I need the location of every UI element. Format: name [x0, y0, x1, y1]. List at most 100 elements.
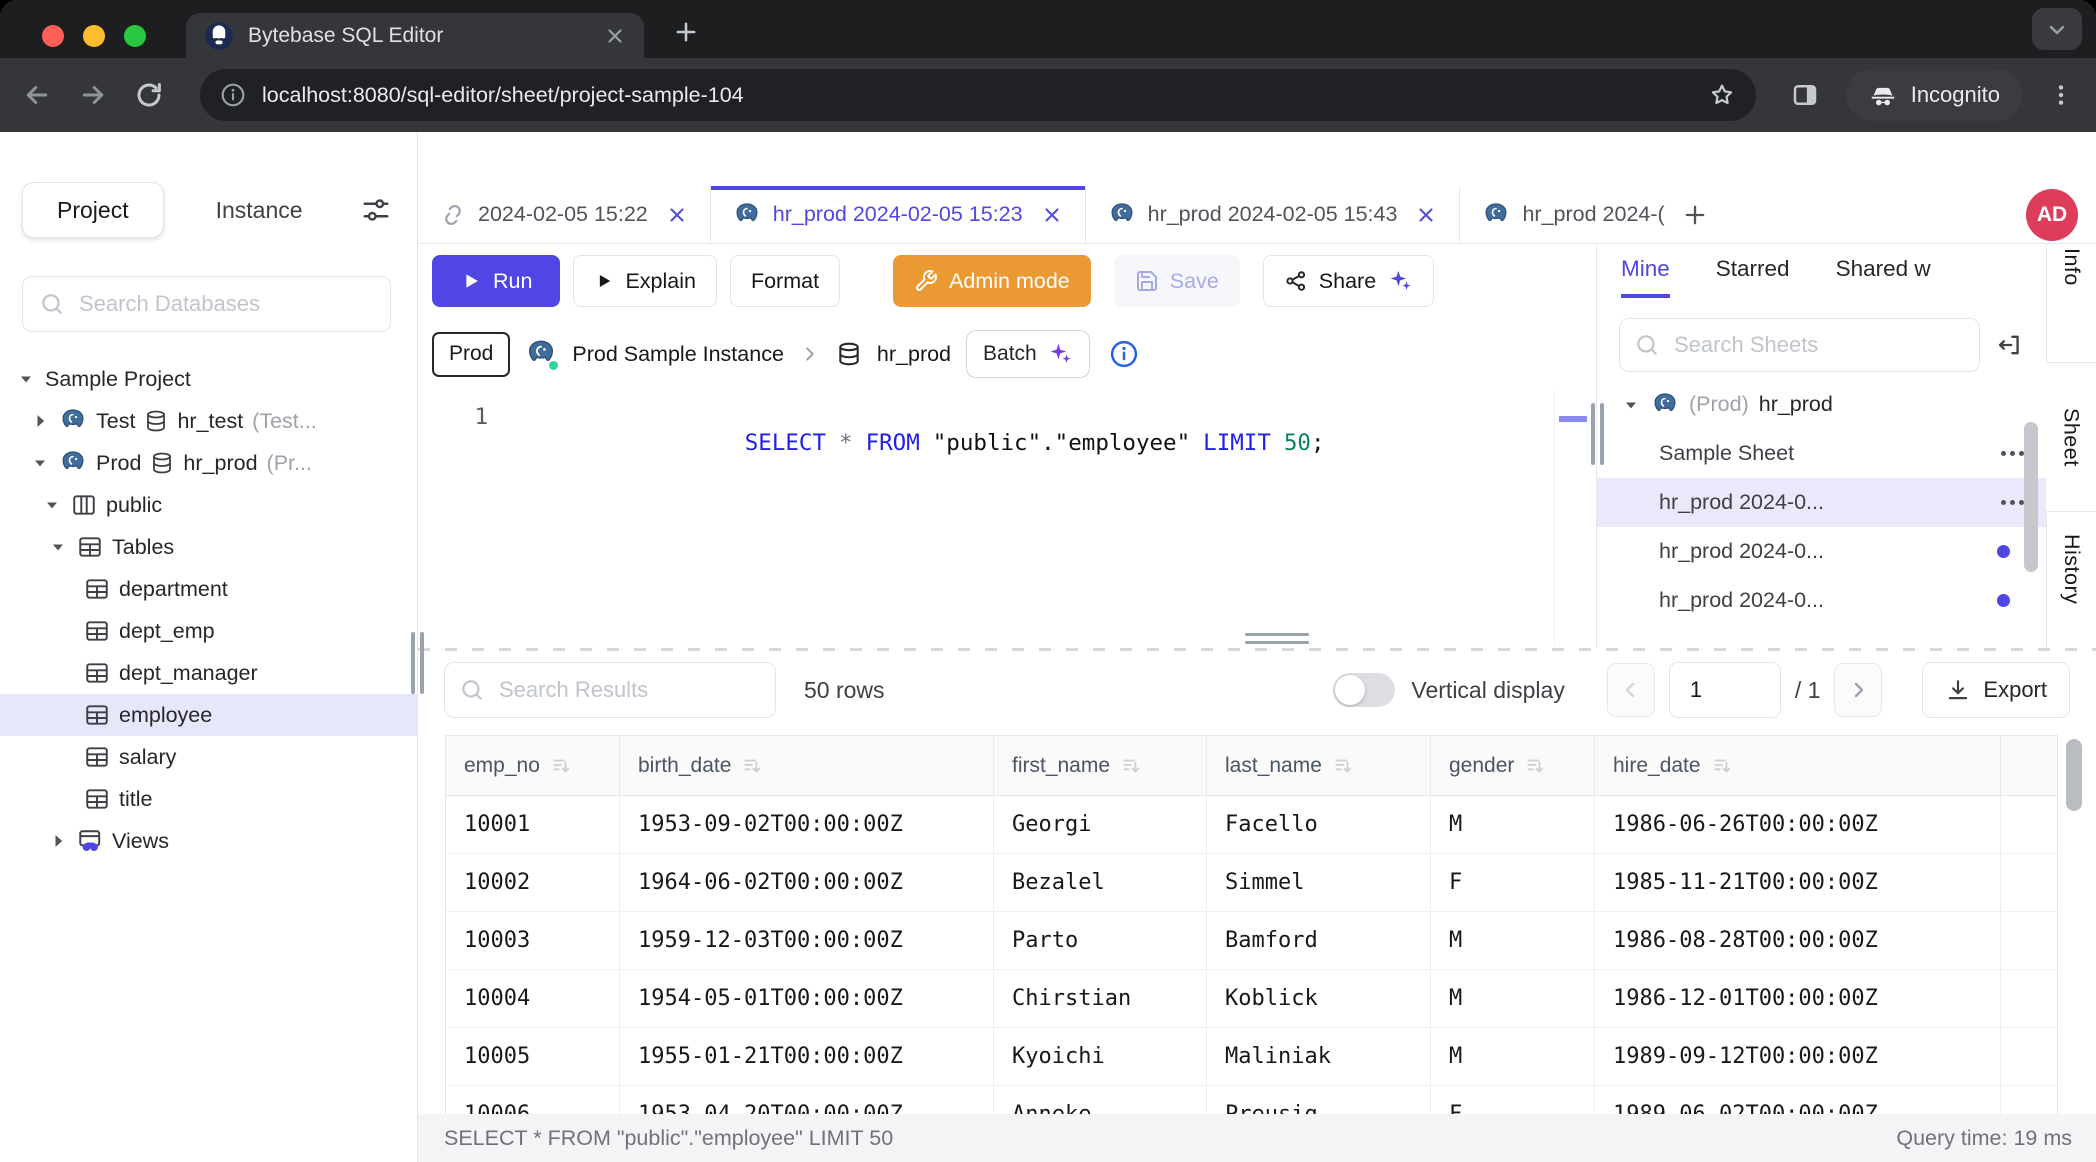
- cell[interactable]: 10002: [446, 854, 620, 912]
- run-button[interactable]: Run: [432, 255, 560, 307]
- instance-name[interactable]: Prod Sample Instance: [572, 342, 784, 367]
- cell[interactable]: M: [1431, 912, 1595, 970]
- admin-mode-button[interactable]: Admin mode: [893, 255, 1091, 307]
- side-panel-icon[interactable]: [1790, 80, 1820, 110]
- maximize-window-button[interactable]: [124, 25, 146, 47]
- cell[interactable]: 10004: [446, 970, 620, 1028]
- cell[interactable]: Anneke: [994, 1086, 1207, 1114]
- tab-history[interactable]: History: [2046, 512, 2096, 648]
- tab-info[interactable]: Info: [2046, 244, 2096, 362]
- cell[interactable]: M: [1431, 1028, 1595, 1086]
- tree-item-table-department[interactable]: department: [0, 568, 417, 610]
- sheet-search-input[interactable]: [1672, 331, 1965, 359]
- tree-item-hr-test[interactable]: Test hr_test (Test...: [0, 400, 417, 442]
- tree-item-tables-group[interactable]: Tables: [0, 526, 417, 568]
- tree-item-hr-prod[interactable]: Prod hr_prod (Pr...: [0, 442, 417, 484]
- cell[interactable]: 1953-09-02T00:00:00Z: [620, 796, 994, 854]
- cell[interactable]: 1989-09-12T00:00:00Z: [1595, 1028, 2001, 1086]
- tree-item-table-title[interactable]: title: [0, 778, 417, 820]
- worksheet-tab-active[interactable]: hr_prod 2024-02-05 15:23: [711, 186, 1086, 243]
- worksheet-tab-truncated[interactable]: hr_prod 2024-(: [1460, 186, 1664, 243]
- cell[interactable]: Georgi: [994, 796, 1207, 854]
- tree-item-table-dept-emp[interactable]: dept_emp: [0, 610, 417, 652]
- sheet-item[interactable]: Sample Sheet: [1597, 429, 2046, 478]
- bookmark-star-icon[interactable]: [1708, 81, 1736, 109]
- cell[interactable]: Koblick: [1207, 970, 1431, 1028]
- cell[interactable]: Bezalel: [994, 854, 1207, 912]
- filter-settings-icon[interactable]: [361, 195, 391, 225]
- tree-item-table-salary[interactable]: salary: [0, 736, 417, 778]
- cell[interactable]: M: [1431, 796, 1595, 854]
- cell[interactable]: Parto: [994, 912, 1207, 970]
- tab-instance[interactable]: Instance: [216, 197, 303, 224]
- column-header-birth-date[interactable]: birth_date: [620, 736, 994, 796]
- tree-item-views-group[interactable]: Views: [0, 820, 417, 862]
- sort-icon[interactable]: [741, 755, 763, 777]
- sidebar-resize-handle[interactable]: [411, 632, 424, 694]
- format-button[interactable]: Format: [730, 255, 840, 307]
- cell[interactable]: M: [1431, 970, 1595, 1028]
- next-page-button[interactable]: [1834, 663, 1882, 717]
- batch-mode-button[interactable]: Batch: [966, 330, 1090, 378]
- vertical-display-toggle[interactable]: [1333, 673, 1395, 707]
- cell[interactable]: 1986-12-01T00:00:00Z: [1595, 970, 2001, 1028]
- cell[interactable]: F: [1431, 854, 1595, 912]
- cell[interactable]: F: [1431, 1086, 1595, 1114]
- forward-icon[interactable]: [78, 80, 108, 110]
- results-scrollbar[interactable]: [2066, 739, 2082, 811]
- sort-icon[interactable]: [1120, 755, 1142, 777]
- cell[interactable]: Kyoichi: [994, 1028, 1207, 1086]
- more-icon[interactable]: [2001, 500, 2006, 505]
- cell[interactable]: 1985-11-21T00:00:00Z: [1595, 854, 2001, 912]
- user-avatar[interactable]: AD: [2026, 189, 2078, 241]
- column-header-emp-no[interactable]: emp_no: [446, 736, 620, 796]
- caret-right-icon[interactable]: [30, 411, 50, 431]
- sheet-item-selected[interactable]: hr_prod 2024-0...: [1597, 478, 2046, 527]
- worksheet-tab[interactable]: hr_prod 2024-02-05 15:43: [1086, 186, 1461, 243]
- caret-down-icon[interactable]: [30, 453, 50, 473]
- results-search-input[interactable]: [497, 676, 761, 704]
- close-window-button[interactable]: [42, 25, 64, 47]
- database-name[interactable]: hr_prod: [877, 342, 951, 367]
- browser-tab[interactable]: Bytebase SQL Editor: [186, 13, 644, 58]
- reload-icon[interactable]: [134, 80, 164, 110]
- column-header-gender[interactable]: gender: [1431, 736, 1595, 796]
- sort-icon[interactable]: [1524, 755, 1546, 777]
- cell[interactable]: Chirstian: [994, 970, 1207, 1028]
- cell[interactable]: Preusig: [1207, 1086, 1431, 1114]
- sheet-list-scrollbar[interactable]: [2024, 422, 2038, 572]
- close-tab-icon[interactable]: [604, 25, 626, 47]
- database-search-input[interactable]: [77, 290, 374, 318]
- cell[interactable]: 10001: [446, 796, 620, 854]
- cell[interactable]: 1959-12-03T00:00:00Z: [620, 912, 994, 970]
- close-worksheet-icon[interactable]: [666, 204, 688, 226]
- collapse-panel-icon[interactable]: [1996, 331, 2024, 359]
- tab-search-button[interactable]: [2032, 8, 2082, 50]
- tree-item-table-employee[interactable]: employee: [0, 694, 417, 736]
- tree-item-project[interactable]: Sample Project: [0, 358, 417, 400]
- cell[interactable]: Facello: [1207, 796, 1431, 854]
- cell[interactable]: Maliniak: [1207, 1028, 1431, 1086]
- tab-sheet[interactable]: Sheet: [2046, 362, 2096, 512]
- minimize-window-button[interactable]: [83, 25, 105, 47]
- tree-item-table-dept-manager[interactable]: dept_manager: [0, 652, 417, 694]
- address-bar[interactable]: localhost:8080/sql-editor/sheet/project-…: [200, 69, 1756, 121]
- save-button[interactable]: Save: [1114, 255, 1240, 307]
- caret-down-icon[interactable]: [16, 369, 36, 389]
- results-resize-handle[interactable]: [1245, 633, 1309, 649]
- close-worksheet-icon[interactable]: [1415, 204, 1437, 226]
- sheet-group-hr-prod[interactable]: (Prod) hr_prod: [1597, 380, 2046, 429]
- column-header-first-name[interactable]: first_name: [994, 736, 1207, 796]
- cell[interactable]: 10003: [446, 912, 620, 970]
- sql-editor[interactable]: 1 SELECT*FROM"public"."employee"LIMIT50;: [418, 390, 1596, 648]
- site-info-icon[interactable]: [220, 82, 246, 108]
- new-worksheet-button[interactable]: [1665, 186, 1725, 243]
- sort-icon[interactable]: [1332, 755, 1354, 777]
- page-number-input[interactable]: [1669, 662, 1781, 718]
- worksheet-tab-unsaved[interactable]: 2024-02-05 15:22: [418, 186, 711, 243]
- cell[interactable]: 1955-01-21T00:00:00Z: [620, 1028, 994, 1086]
- cell[interactable]: 1953-04-20T00:00:00Z: [620, 1086, 994, 1114]
- cell[interactable]: 1964-06-02T00:00:00Z: [620, 854, 994, 912]
- cell[interactable]: Bamford: [1207, 912, 1431, 970]
- cell[interactable]: 10005: [446, 1028, 620, 1086]
